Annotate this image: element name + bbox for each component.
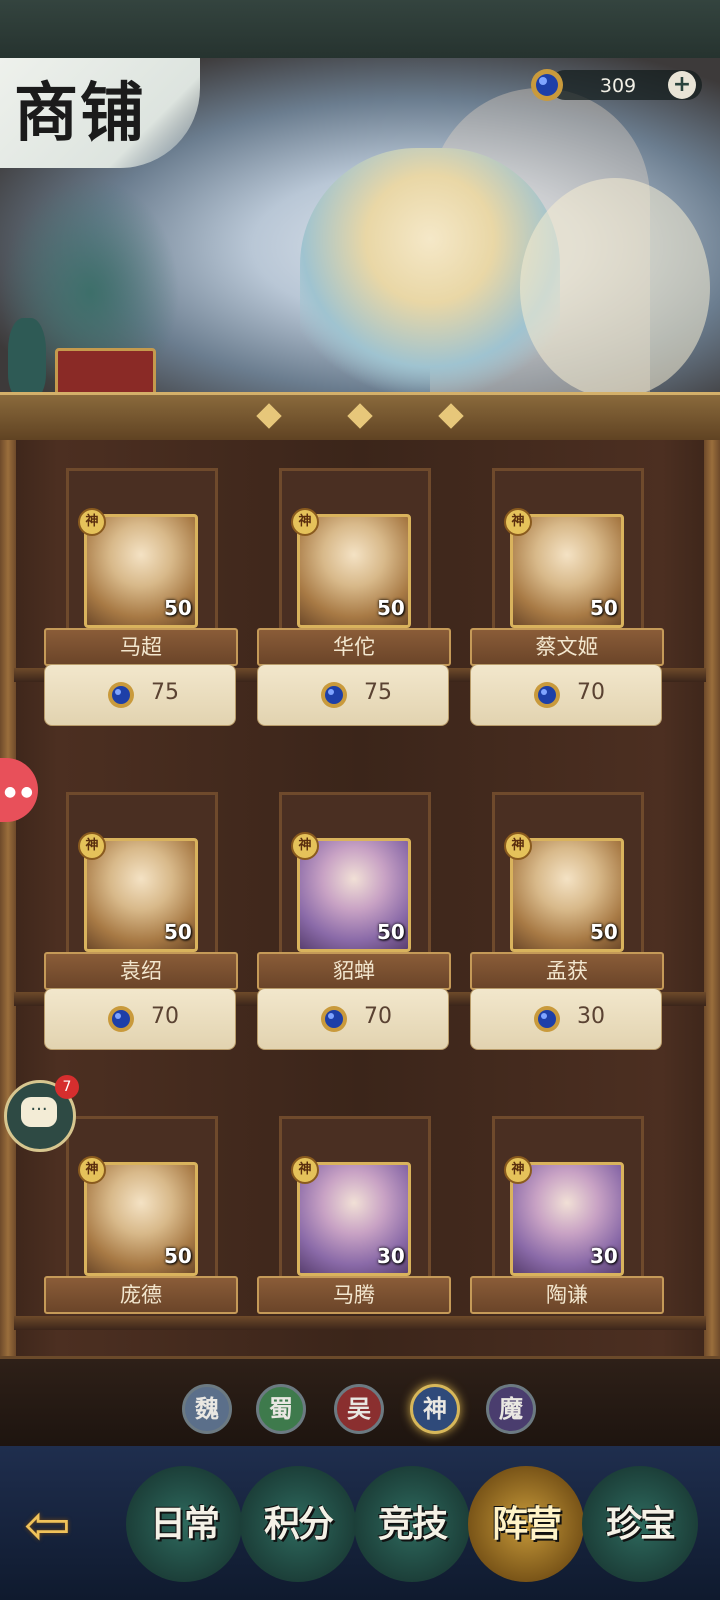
buy-button[interactable]: 70 bbox=[470, 664, 662, 726]
hero-price: 30 bbox=[577, 1004, 605, 1029]
hero-name-bar: 马超 bbox=[44, 628, 238, 666]
hero-name-bar: 袁绍 bbox=[44, 952, 238, 990]
hero-card[interactable]: 神 50 蔡文姬 70 bbox=[470, 468, 664, 758]
hero-name: 马腾 bbox=[333, 1283, 375, 1307]
tab-faction-wu[interactable]: 吴 bbox=[334, 1384, 384, 1434]
blue-gem-icon bbox=[108, 682, 134, 708]
chat-unread-badge: 7 bbox=[55, 1075, 79, 1099]
tab-daily[interactable]: 日常 bbox=[126, 1466, 242, 1582]
hero-name: 庞德 bbox=[120, 1283, 162, 1307]
hero-name-bar: 貂蝉 bbox=[257, 952, 451, 990]
hero-card[interactable]: 神 50 华佗 75 bbox=[257, 468, 451, 758]
tab-faction-mo[interactable]: 魔 bbox=[486, 1384, 536, 1434]
hero-name-bar: 陶谦 bbox=[470, 1276, 664, 1314]
page-title: 商铺 bbox=[14, 76, 146, 151]
blue-gem-icon bbox=[534, 682, 560, 708]
banner-character-hair bbox=[520, 178, 710, 398]
shelf-pole-right bbox=[704, 440, 720, 1380]
hero-name: 袁绍 bbox=[120, 959, 162, 983]
trim-ornament bbox=[438, 403, 464, 429]
trim-ornament bbox=[347, 403, 373, 429]
tab-faction-shu[interactable]: 蜀 bbox=[256, 1384, 306, 1434]
hero-level: 50 bbox=[590, 596, 618, 620]
tab-label: 竞技 bbox=[377, 1503, 448, 1545]
tab-label: 积分 bbox=[263, 1503, 334, 1545]
hero-card[interactable]: 神 50 孟获 30 bbox=[470, 792, 664, 1082]
tier-badge: 神 bbox=[78, 832, 106, 860]
hero-level: 50 bbox=[377, 920, 405, 944]
tab-label: 珍宝 bbox=[605, 1503, 676, 1545]
hero-level: 50 bbox=[164, 920, 192, 944]
hero-level: 50 bbox=[590, 920, 618, 944]
tab-label: 阵营 bbox=[491, 1503, 562, 1545]
hero-name: 陶谦 bbox=[546, 1283, 588, 1307]
hero-price: 70 bbox=[577, 680, 605, 705]
tab-faction-wei[interactable]: 魏 bbox=[182, 1384, 232, 1434]
hero-price: 70 bbox=[364, 1004, 392, 1029]
blue-gem-icon bbox=[531, 69, 563, 101]
banner-trim bbox=[0, 392, 720, 444]
chat-button[interactable]: ··· 7 bbox=[4, 1075, 79, 1152]
hero-name: 马超 bbox=[120, 635, 162, 659]
tier-badge: 神 bbox=[78, 1156, 106, 1184]
hero-price: 70 bbox=[151, 1004, 179, 1029]
hero-name-bar: 华佗 bbox=[257, 628, 451, 666]
blue-gem-icon bbox=[321, 682, 347, 708]
tier-badge: 神 bbox=[291, 832, 319, 860]
hero-card[interactable]: 神 50 貂蝉 70 bbox=[257, 792, 451, 1082]
hero-level: 50 bbox=[164, 1244, 192, 1268]
shelf-pole-left bbox=[0, 440, 16, 1380]
controller-dots: ● ● bbox=[4, 784, 33, 800]
tier-badge: 神 bbox=[504, 832, 532, 860]
tab-faction-shen[interactable]: 神 bbox=[410, 1384, 460, 1434]
hero-name-bar: 蔡文姬 bbox=[470, 628, 664, 666]
tab-label: 日常 bbox=[149, 1503, 220, 1545]
hero-name: 华佗 bbox=[333, 635, 375, 659]
hero-name: 蔡文姬 bbox=[535, 635, 599, 659]
tier-badge: 神 bbox=[504, 1156, 532, 1184]
hero-name-bar: 庞德 bbox=[44, 1276, 238, 1314]
hero-card[interactable]: 神 50 袁绍 70 bbox=[44, 792, 238, 1082]
blue-gem-icon bbox=[108, 1006, 134, 1032]
currency-display: 309 + bbox=[528, 66, 704, 104]
tier-badge: 神 bbox=[291, 1156, 319, 1184]
tier-badge: 神 bbox=[504, 508, 532, 536]
buy-button[interactable]: 70 bbox=[257, 988, 449, 1050]
tab-points[interactable]: 积分 bbox=[240, 1466, 356, 1582]
tab-arena[interactable]: 竞技 bbox=[354, 1466, 470, 1582]
currency-amount: 309 bbox=[599, 75, 637, 97]
blue-gem-icon bbox=[534, 1006, 560, 1032]
vase-icon bbox=[8, 318, 46, 398]
tab-faction-camp[interactable]: 阵营 bbox=[468, 1466, 584, 1582]
blue-gem-icon bbox=[321, 1006, 347, 1032]
tier-badge: 神 bbox=[78, 508, 106, 536]
top-status-strip bbox=[0, 0, 720, 58]
hero-price: 75 bbox=[364, 680, 392, 705]
buy-button[interactable]: 70 bbox=[44, 988, 236, 1050]
hero-level: 30 bbox=[590, 1244, 618, 1268]
hero-level: 50 bbox=[164, 596, 192, 620]
buy-button[interactable]: 30 bbox=[470, 988, 662, 1050]
back-arrow-icon[interactable]: ⇦ bbox=[24, 1496, 120, 1556]
hero-level: 50 bbox=[377, 596, 405, 620]
hero-name: 孟获 bbox=[546, 959, 588, 983]
buy-button[interactable]: 75 bbox=[257, 664, 449, 726]
hero-name: 貂蝉 bbox=[333, 959, 375, 983]
buy-button[interactable]: 75 bbox=[44, 664, 236, 726]
trim-ornament bbox=[256, 403, 282, 429]
tab-treasure[interactable]: 珍宝 bbox=[582, 1466, 698, 1582]
hero-name-bar: 马腾 bbox=[257, 1276, 451, 1314]
hero-level: 30 bbox=[377, 1244, 405, 1268]
chat-bubble-icon: ··· bbox=[21, 1097, 57, 1127]
hero-price: 75 bbox=[151, 680, 179, 705]
hero-card[interactable]: 神 50 马超 75 bbox=[44, 468, 238, 758]
add-currency-button[interactable]: + bbox=[668, 71, 696, 99]
hero-name-bar: 孟获 bbox=[470, 952, 664, 990]
tier-badge: 神 bbox=[291, 508, 319, 536]
